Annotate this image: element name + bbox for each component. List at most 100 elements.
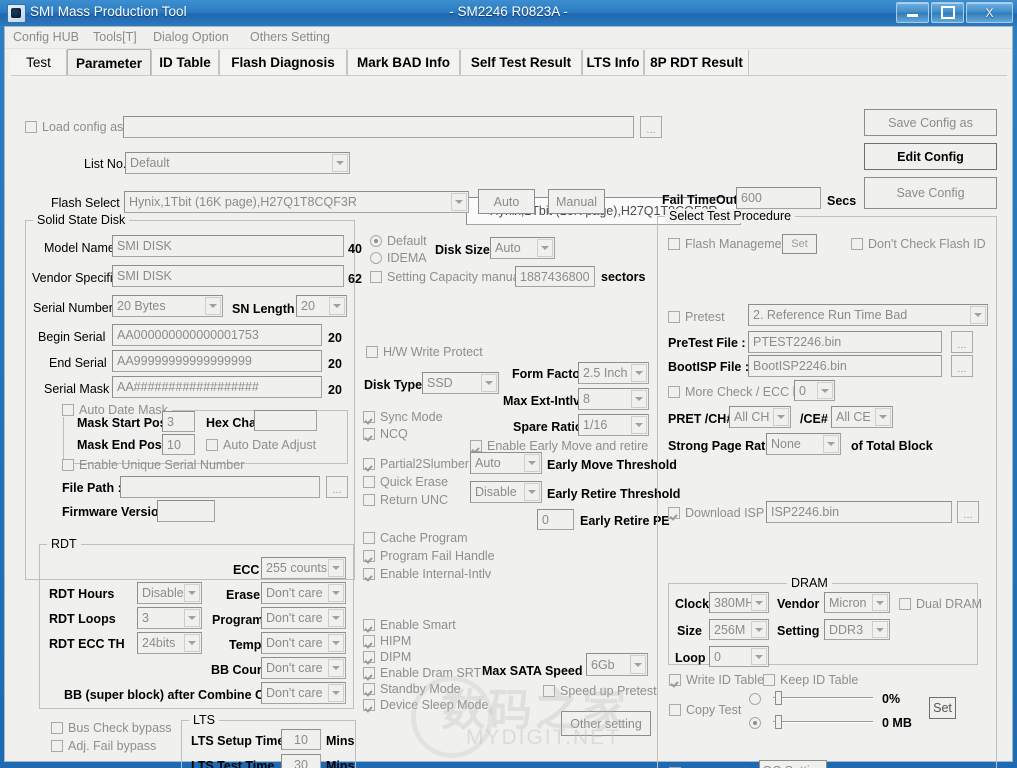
early-retire-threshold-combo[interactable]: Disable xyxy=(470,481,542,503)
default-radio[interactable]: Default xyxy=(370,234,427,248)
auto-button[interactable]: Auto xyxy=(478,189,535,214)
begin-serial-input[interactable]: AA000000000000001753 xyxy=(112,324,322,346)
loop-combo[interactable]: 0 xyxy=(709,646,769,667)
copy-test-checkbox[interactable]: Copy Test xyxy=(669,703,741,717)
end-serial-input[interactable]: AA99999999999999999 xyxy=(112,350,322,372)
hex-char-input[interactable] xyxy=(254,410,317,431)
enable-dram-srt-checkbox[interactable]: Enable Dram SRT xyxy=(363,666,481,680)
speed-up-pretest-checkbox[interactable]: Speed up Pretest xyxy=(543,684,657,698)
vendor-specific-input[interactable]: SMI DISK xyxy=(112,265,344,287)
early-move-threshold-combo[interactable]: Auto xyxy=(470,452,542,474)
disk-type-combo[interactable]: SSD xyxy=(422,372,499,394)
enable-internal-intlv-checkbox[interactable]: Enable Internal-Intlv xyxy=(363,567,491,581)
file-path-input[interactable] xyxy=(120,476,320,498)
max-ext-intlv-combo[interactable]: 8 xyxy=(578,388,649,410)
flash-management-set-button[interactable]: Set xyxy=(782,234,817,254)
pretest-checkbox[interactable]: Pretest xyxy=(668,310,725,324)
qc-setting-button[interactable]: QC Setting xyxy=(759,760,827,768)
serial-mask-input[interactable]: AA################## xyxy=(112,376,322,398)
enable-early-move-checkbox[interactable]: Enable Early Move and retire xyxy=(470,439,648,453)
setting-capacity-checkbox[interactable]: Setting Capacity manually xyxy=(370,270,532,284)
return-unc-checkbox[interactable]: Return UNC xyxy=(363,493,448,507)
download-isp-browse-button[interactable]: ... xyxy=(957,501,979,523)
dipm-checkbox[interactable]: DIPM xyxy=(363,650,411,664)
disk-size-combo[interactable]: Auto xyxy=(490,237,555,259)
ce-combo[interactable]: All CE xyxy=(831,406,893,428)
more-check-ecc-bits-checkbox[interactable]: More Check / ECC bits xyxy=(668,385,812,399)
device-sleep-mode-checkbox[interactable]: Device Sleep Mode xyxy=(363,698,488,712)
vendor-combo[interactable]: Micron xyxy=(824,592,890,613)
ncq-checkbox[interactable]: NCQ xyxy=(363,427,408,441)
keep-id-table-checkbox[interactable]: Keep ID Table xyxy=(763,673,858,687)
list-no-combo[interactable]: Default xyxy=(125,152,350,174)
download-isp-checkbox[interactable]: Download ISP xyxy=(668,506,764,520)
temp-combo[interactable]: Don't care xyxy=(261,632,346,654)
sn-length-combo[interactable]: 20 xyxy=(296,295,347,317)
tab-mark-bad-info[interactable]: Mark BAD Info xyxy=(347,50,460,75)
max-sata-speed-combo[interactable]: 6Gb xyxy=(586,653,648,676)
tab-lts-info[interactable]: LTS Info xyxy=(582,50,644,75)
save-config-button[interactable]: Save Config xyxy=(864,177,997,209)
spare-ratio-combo[interactable]: 1/16 xyxy=(578,414,649,436)
enable-smart-checkbox[interactable]: Enable Smart xyxy=(363,618,456,632)
menu-dialog-option[interactable]: Dialog Option xyxy=(153,30,229,44)
strong-page-ratio-combo[interactable]: None xyxy=(766,433,841,455)
copy-test-set-button[interactable]: Set xyxy=(929,697,956,719)
ecc-combo[interactable]: 255 counts xyxy=(261,557,346,579)
sync-mode-checkbox[interactable]: Sync Mode xyxy=(363,410,443,424)
pretest-file-input[interactable]: PTEST2246.bin xyxy=(748,331,942,353)
cache-program-checkbox[interactable]: Cache Program xyxy=(363,531,468,545)
flash-select-combo[interactable]: Hynix,1Tbit (16K page),H27Q1T8CQF3R xyxy=(124,191,469,213)
firmware-version-input[interactable] xyxy=(157,500,215,522)
erase-combo[interactable]: Don't care xyxy=(261,582,346,604)
program-combo[interactable]: Don't care xyxy=(261,607,346,629)
file-path-browse-button[interactable]: ... xyxy=(326,476,348,498)
early-retire-pe-input[interactable]: 0 xyxy=(537,509,574,530)
edit-config-button[interactable]: Edit Config xyxy=(864,143,997,170)
manual-button[interactable]: Manual xyxy=(548,189,605,214)
more-check-combo[interactable]: 0 xyxy=(794,380,835,401)
rdt-loops-combo[interactable]: 3 xyxy=(137,607,202,629)
copy-test-mb-radio[interactable] xyxy=(749,717,766,729)
standby-mode-checkbox[interactable]: Standby Mode xyxy=(363,682,461,696)
maximize-button[interactable] xyxy=(931,2,964,23)
slider-thumb[interactable] xyxy=(775,691,782,705)
form-factor-combo[interactable]: 2.5 Inch xyxy=(578,362,649,384)
lts-test-time-input[interactable]: 30 xyxy=(281,754,321,768)
rdt-ecc-th-combo[interactable]: 24bits xyxy=(137,632,202,654)
copy-test-percent-slider[interactable] xyxy=(773,691,873,705)
save-config-as-button[interactable]: Save Config as xyxy=(864,109,997,136)
dont-check-flash-id-checkbox[interactable]: Don't Check Flash ID xyxy=(851,237,986,251)
load-config-as-checkbox[interactable]: Load config as xyxy=(25,120,123,134)
pretest-combo[interactable]: 2. Reference Run Time Bad xyxy=(748,304,988,326)
copy-test-percent-radio[interactable] xyxy=(749,693,766,705)
load-config-browse-button[interactable]: ... xyxy=(640,116,662,138)
enable-unique-serial-number-checkbox[interactable]: Enable Unique Serial Number xyxy=(62,458,244,472)
download-isp-input[interactable]: ISP2246.bin xyxy=(766,501,952,523)
write-id-table-checkbox[interactable]: Write ID Table xyxy=(669,673,764,687)
close-button[interactable]: X xyxy=(966,2,1013,23)
mask-end-pos-input[interactable]: 10 xyxy=(162,434,195,455)
auto-date-adjust-checkbox[interactable]: Auto Date Adjust xyxy=(206,438,316,452)
pret-ch-combo[interactable]: All CH xyxy=(729,406,791,428)
hipm-checkbox[interactable]: HIPM xyxy=(363,634,411,648)
bus-check-bypass-checkbox[interactable]: Bus Check bypass xyxy=(51,721,172,735)
setting-combo[interactable]: DDR3 xyxy=(824,619,890,640)
adj-fail-bypass-checkbox[interactable]: Adj. Fail bypass xyxy=(51,739,156,753)
rdt-hours-combo[interactable]: Disable xyxy=(137,582,202,604)
fail-timeout-input[interactable]: 600 xyxy=(736,187,821,209)
menu-tools[interactable]: Tools[T] xyxy=(93,30,137,44)
auto-date-mask-checkbox[interactable]: Auto Date Mask xyxy=(62,403,172,417)
tab-flash-diagnosis[interactable]: Flash Diagnosis xyxy=(219,50,347,75)
hw-write-protect-checkbox[interactable]: H/W Write Protect xyxy=(366,345,483,359)
lts-setup-time-input[interactable]: 10 xyxy=(281,729,321,750)
mask-start-pos-input[interactable]: 3 xyxy=(162,411,195,432)
menu-config-hub[interactable]: Config HUB xyxy=(13,30,79,44)
tab-self-test-result[interactable]: Self Test Result xyxy=(460,50,582,75)
flash-management-checkbox[interactable]: Flash Management xyxy=(668,237,792,251)
clock-combo[interactable]: 380MHZ xyxy=(709,592,769,613)
model-name-input[interactable]: SMI DISK xyxy=(112,235,344,257)
tab-8p-rdt-result[interactable]: 8P RDT Result xyxy=(644,50,749,75)
capacity-input[interactable]: 1887436800 xyxy=(515,266,595,287)
slider-thumb[interactable] xyxy=(775,715,782,729)
